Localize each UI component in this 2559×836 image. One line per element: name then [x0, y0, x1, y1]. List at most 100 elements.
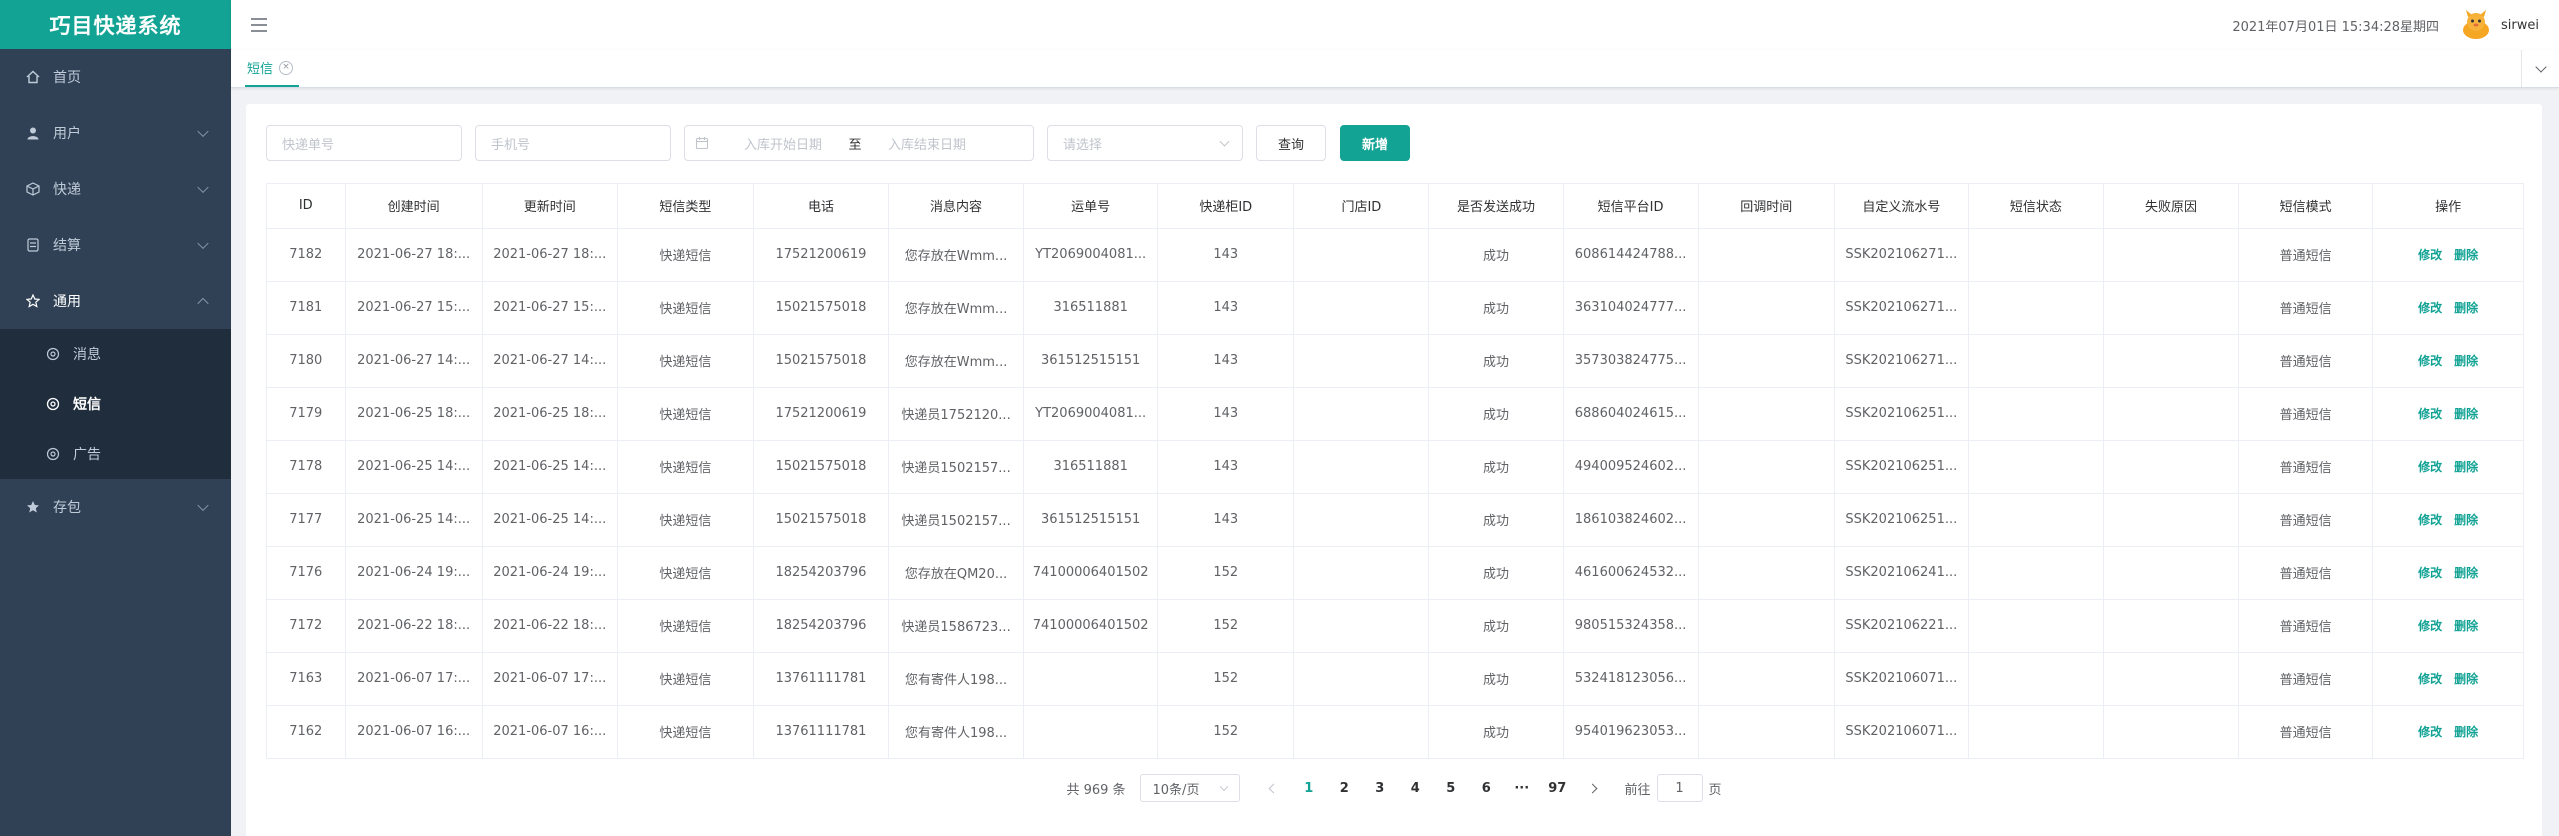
table-cell-actions: 修改 删除 [2372, 493, 2523, 547]
filter-bar: 快递单号 手机号 入库开始日期 至 入库结束日期 请选择 查询 新增 [266, 124, 1410, 162]
table-row[interactable]: 7177 2021-06-25 14:... 2021-06-25 14:... 快递… [267, 493, 2523, 547]
tags-view-bar: 短信 × [231, 50, 2559, 88]
table-cell: 143 [1157, 493, 1295, 547]
table-cell: 7163 [267, 652, 346, 706]
date-range-picker[interactable]: 入库开始日期 至 入库结束日期 [684, 125, 1034, 161]
edit-button[interactable]: 修改 [2418, 460, 2442, 474]
edit-button[interactable]: 修改 [2418, 725, 2442, 739]
delete-button[interactable]: 删除 [2454, 407, 2478, 421]
close-icon[interactable]: × [279, 60, 294, 75]
table-row[interactable]: 7172 2021-06-22 18:... 2021-06-22 18:... 快递… [267, 599, 2523, 653]
edit-button[interactable]: 修改 [2418, 407, 2442, 421]
page-jumper: 前往 1 页 [1625, 774, 1722, 802]
table-row[interactable]: 7181 2021-06-27 15:... 2021-06-27 15:... 快递… [267, 281, 2523, 335]
page-size-select[interactable]: 10条/页 [1139, 774, 1240, 802]
sidebar-subitem-label: 广告 [73, 447, 101, 463]
table-cell: 您存放在Wmm... [888, 228, 1025, 282]
table-cell [1968, 705, 2104, 758]
table-cell [2103, 387, 2240, 441]
page-ellipsis[interactable]: ··· [1504, 774, 1540, 802]
table-cell: 成功 [1428, 334, 1564, 388]
edit-button[interactable]: 修改 [2418, 619, 2442, 633]
sidebar-subitem-ads[interactable]: 广告 [0, 429, 231, 479]
sidebar-item-user[interactable]: 用户 [0, 105, 231, 161]
table-cell: 7172 [267, 599, 346, 653]
page-number[interactable]: 97 [1540, 774, 1576, 802]
table-cell: 143 [1157, 334, 1295, 388]
table-cell: 成功 [1428, 546, 1564, 600]
table-cell [1968, 334, 2104, 388]
table-row[interactable]: 7176 2021-06-24 19:... 2021-06-24 19:... 快递… [267, 546, 2523, 600]
edit-button[interactable]: 修改 [2418, 248, 2442, 262]
sidebar-item-storage[interactable]: 存包 [0, 479, 231, 535]
table-cell: 快递短信 [617, 705, 754, 758]
page-number[interactable]: 1 [1291, 774, 1327, 802]
goto-page-input[interactable]: 1 [1656, 774, 1703, 802]
page-number[interactable]: 6 [1469, 774, 1505, 802]
delete-button[interactable]: 删除 [2454, 513, 2478, 527]
table-cell: SSK202106071... [1834, 705, 1969, 758]
delete-button[interactable]: 删除 [2454, 672, 2478, 686]
table-cell [1023, 652, 1159, 706]
table-row[interactable]: 7182 2021-06-27 18:... 2021-06-27 18:... 快递… [267, 228, 2523, 282]
delete-button[interactable]: 删除 [2454, 619, 2478, 633]
table-row[interactable]: 7180 2021-06-27 14:... 2021-06-27 14:... 快递… [267, 334, 2523, 388]
goto-label: 前往 [1624, 782, 1651, 798]
phone-input[interactable]: 手机号 [475, 125, 671, 161]
query-button[interactable]: 查询 [1256, 125, 1326, 161]
page-number[interactable]: 3 [1362, 774, 1398, 802]
star-icon [25, 293, 41, 309]
date-start-field[interactable]: 入库开始日期 [723, 134, 843, 153]
tracking-number-input[interactable]: 快递单号 [266, 125, 462, 161]
table-row[interactable]: 7178 2021-06-25 14:... 2021-06-25 14:... 快递… [267, 440, 2523, 494]
table-row[interactable]: 7162 2021-06-07 16:... 2021-06-07 16:... 快递… [267, 705, 2523, 758]
delete-button[interactable]: 删除 [2454, 248, 2478, 262]
status-select[interactable]: 请选择 [1047, 125, 1243, 161]
date-end-field[interactable]: 入库结束日期 [867, 134, 987, 153]
table-row[interactable]: 7163 2021-06-07 17:... 2021-06-07 17:... 快递… [267, 652, 2523, 706]
sidebar-subitem-sms[interactable]: 短信 [0, 379, 231, 429]
table-row[interactable]: 7179 2021-06-25 18:... 2021-06-25 18:... 快递… [267, 387, 2523, 441]
username[interactable]: sirwei [2501, 18, 2539, 33]
table-cell: 7176 [267, 546, 346, 600]
sidebar-item-express[interactable]: 快递 [0, 161, 231, 217]
table-cell: 18254203796 [753, 599, 890, 653]
edit-button[interactable]: 修改 [2418, 566, 2442, 580]
delete-button[interactable]: 删除 [2454, 725, 2478, 739]
edit-button[interactable]: 修改 [2418, 301, 2442, 315]
table-cell [2103, 546, 2240, 600]
table-cell [1968, 387, 2104, 441]
table-cell [1968, 281, 2104, 335]
delete-button[interactable]: 删除 [2454, 301, 2478, 315]
tags-dropdown-button[interactable] [2521, 50, 2559, 87]
next-page-button[interactable] [1575, 774, 1611, 802]
top-navbar: 2021年07月01日 15:34:28星期四 sirwei [231, 0, 2559, 50]
table-cell: 成功 [1428, 440, 1564, 494]
delete-button[interactable]: 删除 [2454, 566, 2478, 580]
table-cell: 2021-06-25 18:... [482, 387, 618, 441]
pagination-total: 共 969 条 [1066, 782, 1126, 798]
sidebar-item-home[interactable]: 首页 [0, 49, 231, 105]
hamburger-menu-icon[interactable] [251, 18, 267, 32]
table-cell: 2021-06-07 16:... [345, 705, 483, 758]
delete-button[interactable]: 删除 [2454, 354, 2478, 368]
table-cell [1698, 546, 1835, 600]
avatar[interactable] [2459, 8, 2493, 42]
prev-page-button[interactable] [1256, 774, 1292, 802]
table-cell: 15021575018 [753, 281, 890, 335]
table-cell [2103, 228, 2240, 282]
table-cell-actions: 修改 删除 [2372, 599, 2523, 653]
sidebar-item-settlement[interactable]: 结算 [0, 217, 231, 273]
page-number[interactable]: 4 [1398, 774, 1434, 802]
table-cell-actions: 修改 删除 [2372, 228, 2523, 282]
delete-button[interactable]: 删除 [2454, 460, 2478, 474]
edit-button[interactable]: 修改 [2418, 354, 2442, 368]
page-number[interactable]: 2 [1327, 774, 1363, 802]
edit-button[interactable]: 修改 [2418, 672, 2442, 686]
sidebar-subitem-message[interactable]: 消息 [0, 329, 231, 379]
page-number[interactable]: 5 [1433, 774, 1469, 802]
add-button[interactable]: 新增 [1340, 125, 1410, 161]
edit-button[interactable]: 修改 [2418, 513, 2442, 527]
sidebar-item-general[interactable]: 通用 [0, 273, 231, 329]
tab-sms[interactable]: 短信 × [245, 50, 300, 87]
